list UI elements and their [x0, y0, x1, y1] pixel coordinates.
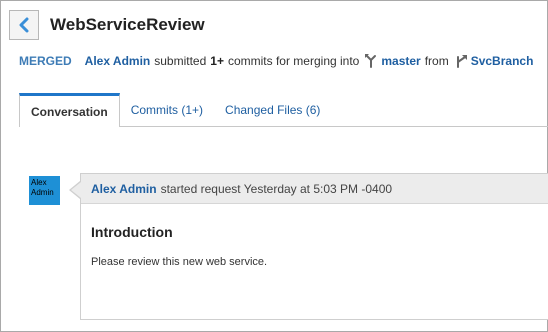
comment-author-link[interactable]: Alex Admin: [91, 182, 157, 196]
source-branch-link[interactable]: SvcBranch: [471, 54, 534, 68]
tab-changed-files[interactable]: Changed Files (6): [214, 93, 331, 126]
target-branch-link[interactable]: master: [381, 54, 420, 68]
intro-heading: Introduction: [91, 224, 173, 240]
merge-status-badge: MERGED: [19, 54, 72, 68]
branch-icon: [455, 54, 467, 68]
merge-branch-icon: [365, 54, 377, 68]
intro-text: Please review this new web service.: [91, 256, 268, 268]
window-frame: WebServiceReview MERGED Alex Admin submi…: [0, 0, 548, 332]
header: WebServiceReview: [9, 10, 205, 40]
page-title: WebServiceReview: [50, 15, 205, 34]
tab-bar: Conversation Commits (1+) Changed Files …: [19, 93, 548, 127]
commits-text: commits for merging into: [227, 54, 360, 68]
card-header: Alex Admin started request Yesterday at …: [81, 174, 548, 204]
from-text: from: [424, 54, 449, 68]
author-link[interactable]: Alex Admin: [85, 54, 151, 68]
conversation-card: Alex Admin started request Yesterday at …: [80, 173, 548, 320]
merge-info: MERGED Alex Admin submitted 1+ commits f…: [19, 54, 533, 68]
avatar[interactable]: Alex Admin: [29, 176, 60, 205]
chevron-left-icon: [17, 17, 31, 33]
comment-action-text: started request Yesterday at 5:03 PM -04…: [160, 181, 393, 196]
card-body: Introduction Please review this new web …: [81, 204, 548, 268]
submitted-text: submitted: [154, 54, 207, 68]
card-pointer-fill: [71, 182, 81, 198]
tab-conversation[interactable]: Conversation: [19, 93, 120, 127]
commit-count: 1+: [210, 54, 224, 68]
back-button[interactable]: [9, 10, 39, 40]
tab-commits[interactable]: Commits (1+): [120, 93, 214, 126]
